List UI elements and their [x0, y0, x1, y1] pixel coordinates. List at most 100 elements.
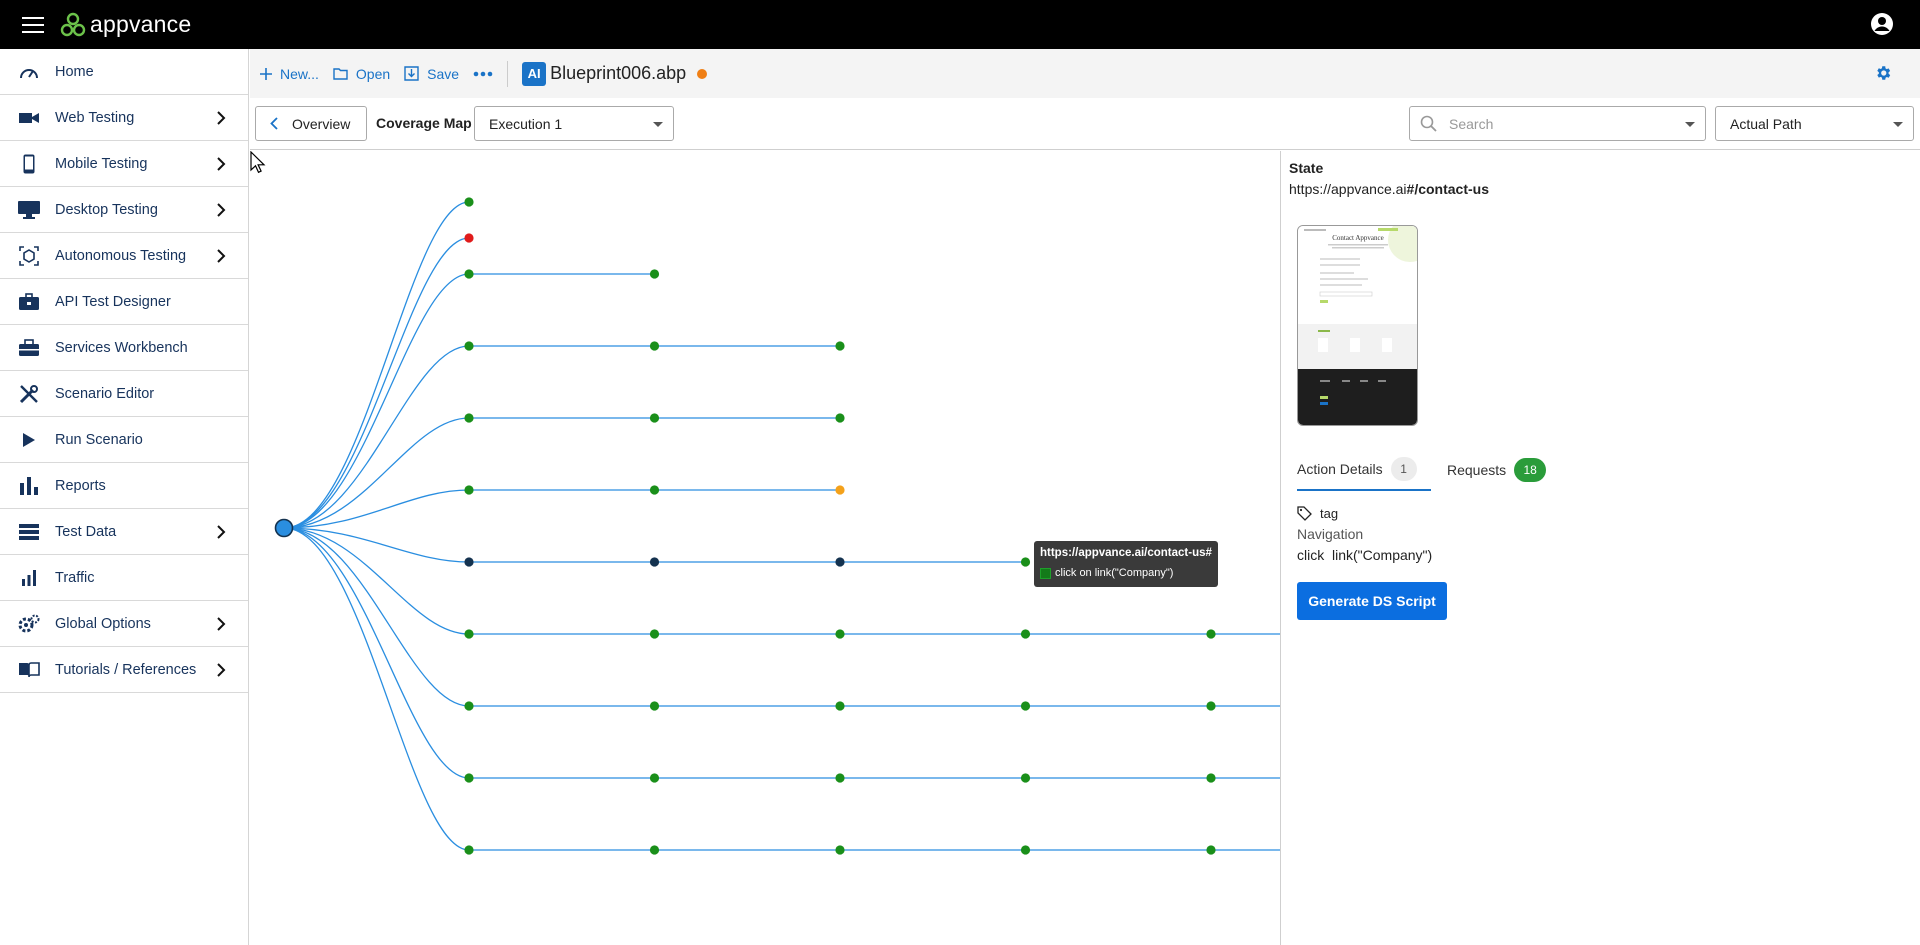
- state-node-ok[interactable]: [835, 701, 845, 711]
- tab-requests[interactable]: Requests 18: [1447, 449, 1547, 491]
- sidebar-item-autonomous-testing[interactable]: Autonomous Testing: [0, 233, 248, 279]
- state-node-ok[interactable]: [464, 197, 474, 207]
- open-label: Open: [355, 65, 391, 82]
- state-node-ok[interactable]: [1206, 773, 1216, 783]
- sidebar-item-desktop-testing[interactable]: Desktop Testing: [0, 187, 248, 233]
- tab-requests-label: Requests: [1447, 462, 1507, 478]
- state-node-active[interactable]: [464, 557, 474, 567]
- tag-icon: [1297, 506, 1312, 521]
- sidebar-item-mobile-testing[interactable]: Mobile Testing: [0, 141, 248, 187]
- more-options-icon[interactable]: [473, 71, 493, 77]
- state-node-ok[interactable]: [649, 269, 660, 279]
- branch-edge: [283, 345, 470, 529]
- requests-count-badge: 18: [1514, 458, 1547, 482]
- path-mode-select[interactable]: Actual Path: [1715, 106, 1914, 141]
- state-node-ok[interactable]: [1020, 557, 1031, 567]
- sidebar-item-label: Services Workbench: [55, 339, 188, 356]
- state-node-ok[interactable]: [464, 701, 474, 711]
- sidebar-item-services-workbench[interactable]: Services Workbench: [0, 325, 248, 371]
- state-node-ok[interactable]: [1020, 773, 1031, 783]
- tab-action-details[interactable]: Action Details 1: [1297, 449, 1431, 491]
- search-input[interactable]: [1449, 115, 1669, 132]
- chevron-right-icon: [216, 202, 226, 218]
- state-node-ok[interactable]: [1206, 845, 1216, 855]
- sidebar-item-tutorials-references[interactable]: Tutorials / References: [0, 647, 248, 693]
- sidebar-item-label: Tutorials / References: [55, 661, 197, 678]
- sidebar-item-global-options[interactable]: Global Options: [0, 601, 248, 647]
- state-node-ok[interactable]: [1020, 701, 1031, 711]
- state-node-ok[interactable]: [464, 773, 474, 783]
- open-button[interactable]: Open: [333, 66, 390, 82]
- chevron-right-icon: [216, 524, 226, 540]
- tooltip-url: https://appvance.ai/contact-us#: [1040, 547, 1212, 559]
- state-node-ok[interactable]: [1206, 701, 1216, 711]
- ai-file-badge: AI: [522, 61, 547, 86]
- state-node-ok[interactable]: [464, 413, 474, 423]
- sidebar-item-scenario-editor[interactable]: Scenario Editor: [0, 371, 248, 417]
- sidebar-item-label: Global Options: [55, 615, 151, 632]
- state-node-ok[interactable]: [835, 413, 845, 423]
- state-node-error[interactable]: [464, 233, 474, 243]
- state-node-ok[interactable]: [649, 773, 660, 783]
- search-box[interactable]: [1409, 106, 1706, 141]
- new-label: New...: [280, 65, 319, 82]
- state-node-ok[interactable]: [1020, 845, 1031, 855]
- page-preview-image: Contact Appvance: [1298, 226, 1417, 425]
- save-download-icon: [404, 66, 419, 81]
- settings-gear-icon[interactable]: [1874, 64, 1892, 82]
- state-node-ok[interactable]: [464, 485, 474, 495]
- sidebar-item-api-test-designer[interactable]: API Test Designer: [0, 279, 248, 325]
- state-node-ok[interactable]: [649, 701, 660, 711]
- overview-back-button[interactable]: Overview: [255, 106, 367, 141]
- path-mode-selected-value: Actual Path: [1730, 115, 1802, 132]
- app-name: appvance: [90, 11, 192, 37]
- sidebar-item-label: API Test Designer: [55, 293, 171, 310]
- state-node-ok[interactable]: [835, 845, 845, 855]
- state-node-ok[interactable]: [464, 269, 474, 279]
- state-node-ok[interactable]: [649, 629, 660, 639]
- state-node-warning[interactable]: [835, 485, 845, 495]
- state-node-ok[interactable]: [649, 845, 660, 855]
- state-node-ok[interactable]: [464, 845, 474, 855]
- state-node-ok[interactable]: [835, 629, 845, 639]
- chevron-right-icon: [216, 662, 226, 678]
- chevron-down-icon[interactable]: [1685, 122, 1695, 127]
- sidebar-item-home[interactable]: Home: [0, 49, 248, 95]
- sidebar-item-web-testing[interactable]: Web Testing: [0, 95, 248, 141]
- state-node-active[interactable]: [835, 557, 845, 567]
- sidebar-item-label: Home: [55, 63, 94, 80]
- new-button[interactable]: New...: [260, 66, 319, 82]
- traffic-chart-icon: [17, 566, 41, 590]
- appvance-logo-icon: [60, 12, 86, 36]
- branch-edge: [283, 527, 470, 779]
- hamburger-menu-icon[interactable]: [22, 16, 44, 33]
- sidebar-item-traffic[interactable]: Traffic: [0, 555, 248, 601]
- user-account-icon[interactable]: [1870, 12, 1894, 36]
- root-state-node[interactable]: [274, 518, 294, 538]
- state-node-ok[interactable]: [835, 773, 845, 783]
- state-node-ok[interactable]: [464, 341, 474, 351]
- generate-ds-script-button[interactable]: Generate DS Script: [1297, 582, 1447, 620]
- state-node-ok[interactable]: [649, 413, 660, 423]
- sidebar-item-run-scenario[interactable]: Run Scenario: [0, 417, 248, 463]
- state-node-ok[interactable]: [649, 485, 660, 495]
- state-screenshot-thumbnail[interactable]: Contact Appvance: [1297, 225, 1418, 426]
- state-node-ok[interactable]: [835, 341, 845, 351]
- sidebar-item-test-data[interactable]: Test Data: [0, 509, 248, 555]
- tools-icon: [17, 382, 41, 406]
- state-node-ok[interactable]: [1020, 629, 1031, 639]
- state-node-ok[interactable]: [649, 341, 660, 351]
- state-node-ok[interactable]: [464, 629, 474, 639]
- chevron-right-icon: [216, 110, 226, 126]
- branch-edge: [283, 237, 470, 529]
- save-button[interactable]: Save: [404, 66, 459, 82]
- gauge-icon: [17, 60, 41, 84]
- sidebar-item-reports[interactable]: Reports: [0, 463, 248, 509]
- execution-select[interactable]: Execution 1: [474, 106, 674, 141]
- state-node-ok[interactable]: [1206, 629, 1216, 639]
- book-icon: [17, 658, 41, 682]
- coverage-map-canvas[interactable]: https://appvance.ai/contact-us# click on…: [250, 151, 1280, 945]
- details-tabs: Action Details 1 Requests 18: [1297, 449, 1897, 491]
- overview-label: Overview: [292, 115, 351, 132]
- state-node-active[interactable]: [649, 557, 660, 567]
